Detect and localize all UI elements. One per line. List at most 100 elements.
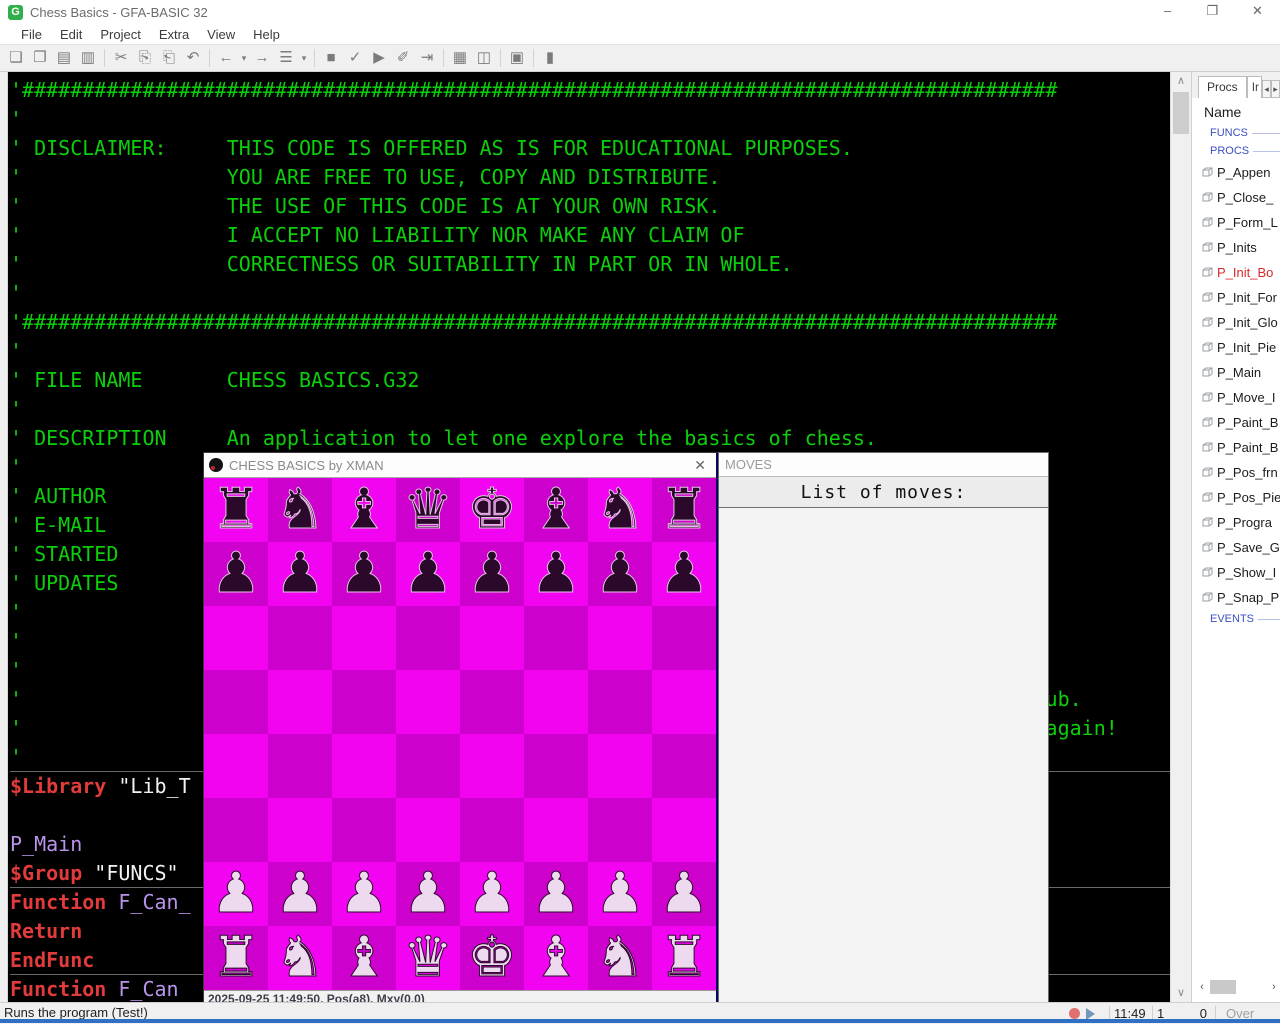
board-square[interactable]: ♜ (204, 477, 268, 542)
editor-vscrollbar[interactable]: ∧ ∨ (1170, 72, 1191, 1003)
board-square[interactable] (588, 734, 652, 798)
board-square[interactable] (332, 734, 396, 798)
board-square[interactable]: ♛ (396, 925, 460, 990)
bookmark-button[interactable]: ▮ (538, 47, 562, 69)
proc-list-dropdown-button[interactable]: ▾ (298, 47, 310, 69)
board-square[interactable]: ♟ (588, 861, 652, 926)
save-file-button[interactable]: ▤ (52, 47, 76, 69)
sidebar-hscrollbar[interactable]: ‹ › (1196, 975, 1280, 1001)
maximize-button[interactable]: ❐ (1190, 0, 1235, 24)
menu-project[interactable]: Project (91, 27, 149, 42)
board-square[interactable]: ♟ (652, 541, 716, 606)
group-procs[interactable]: PROCS (1192, 142, 1280, 160)
proc-item[interactable]: P_Save_G (1192, 535, 1280, 560)
board-square[interactable]: ♟ (268, 861, 332, 926)
board-square[interactable] (204, 606, 268, 670)
board-square[interactable]: ♚ (460, 477, 524, 542)
board-square[interactable] (652, 606, 716, 670)
board-square[interactable] (460, 670, 524, 734)
board-square[interactable] (524, 606, 588, 670)
board-square[interactable]: ♟ (652, 861, 716, 926)
board-square[interactable] (204, 798, 268, 862)
navigate-back-button[interactable]: ← (214, 47, 238, 69)
undo-button[interactable]: ↶ (181, 47, 205, 69)
proc-item[interactable]: P_Init_Glo (1192, 310, 1280, 335)
board-square[interactable]: ♟ (268, 541, 332, 606)
chess-titlebar[interactable]: CHESS BASICS by XMAN ✕ (204, 453, 716, 478)
hscroll-left-icon[interactable]: ‹ (1196, 979, 1208, 995)
group-funcs[interactable]: FUNCS (1192, 124, 1280, 142)
scroll-down-icon[interactable]: ∨ (1171, 985, 1191, 1002)
proc-item[interactable]: P_Appen (1192, 160, 1280, 185)
proc-item[interactable]: P_Show_I (1192, 560, 1280, 585)
proc-item[interactable]: P_Paint_B (1192, 435, 1280, 460)
board-square[interactable] (332, 798, 396, 862)
hscroll-right-icon[interactable]: › (1268, 979, 1280, 995)
paste-button[interactable]: ⎗ (157, 47, 181, 69)
proc-item[interactable]: P_Pos_Pie (1192, 485, 1280, 510)
board-square[interactable]: ♟ (460, 861, 524, 926)
run-button[interactable]: ▶ (367, 47, 391, 69)
board-square[interactable]: ♞ (268, 477, 332, 542)
menu-file[interactable]: File (12, 27, 51, 42)
board-square[interactable] (588, 798, 652, 862)
hscrollbar-thumb[interactable] (1210, 980, 1236, 994)
board-square[interactable]: ♞ (588, 477, 652, 542)
board-square[interactable]: ♟ (204, 861, 268, 926)
board-square[interactable]: ♟ (204, 541, 268, 606)
board-square[interactable]: ♞ (588, 925, 652, 990)
board-square[interactable]: ♟ (396, 541, 460, 606)
board-square[interactable] (460, 734, 524, 798)
proc-item[interactable]: P_Progra (1192, 510, 1280, 535)
tab-scroll-right-icon[interactable]: ▸ (1271, 80, 1280, 98)
board-square[interactable] (460, 606, 524, 670)
board-square[interactable] (652, 798, 716, 862)
board-square[interactable]: ♜ (204, 925, 268, 990)
board-square[interactable] (332, 606, 396, 670)
board-square[interactable]: ♜ (652, 925, 716, 990)
board-square[interactable]: ♟ (524, 541, 588, 606)
board-square[interactable] (332, 670, 396, 734)
scroll-up-icon[interactable]: ∧ (1171, 73, 1191, 90)
board-square[interactable] (524, 670, 588, 734)
board-square[interactable]: ♜ (652, 477, 716, 542)
minimize-button[interactable]: – (1145, 0, 1190, 24)
navigate-forward-button[interactable]: → (250, 47, 274, 69)
menu-edit[interactable]: Edit (51, 27, 91, 42)
board-square[interactable]: ♝ (524, 477, 588, 542)
proc-item[interactable]: P_Paint_B (1192, 410, 1280, 435)
board-square[interactable] (396, 798, 460, 862)
cut-button[interactable]: ✂ (109, 47, 133, 69)
board-square[interactable]: ♝ (332, 925, 396, 990)
proc-item[interactable]: P_Inits (1192, 235, 1280, 260)
back-dropdown-button[interactable]: ▾ (238, 47, 250, 69)
menu-view[interactable]: View (198, 27, 244, 42)
save-all-button[interactable]: ▥ (76, 47, 100, 69)
board-square[interactable] (268, 606, 332, 670)
board-square[interactable] (204, 670, 268, 734)
board-square[interactable]: ♛ (396, 477, 460, 542)
board-square[interactable] (524, 734, 588, 798)
group-events[interactable]: EVENTS (1192, 610, 1280, 628)
moves-titlebar[interactable]: MOVES (719, 453, 1048, 477)
open-file-button[interactable]: ❐ (28, 47, 52, 69)
board-square[interactable] (396, 734, 460, 798)
board-square[interactable] (204, 734, 268, 798)
moves-list[interactable] (719, 508, 1048, 1007)
proc-item[interactable]: P_Snap_P (1192, 585, 1280, 610)
output-window-button[interactable]: ▦ (448, 47, 472, 69)
proc-item[interactable]: P_Init_For (1192, 285, 1280, 310)
board-square[interactable]: ♝ (524, 925, 588, 990)
board-square[interactable] (396, 670, 460, 734)
board-square[interactable] (588, 670, 652, 734)
proc-item[interactable]: P_Move_I (1192, 385, 1280, 410)
board-square[interactable] (588, 606, 652, 670)
board-square[interactable] (652, 734, 716, 798)
board-square[interactable]: ♞ (268, 925, 332, 990)
proc-item[interactable]: P_Init_Pie (1192, 335, 1280, 360)
board-square[interactable] (268, 734, 332, 798)
chess-close-icon[interactable]: ✕ (684, 457, 716, 474)
board-square[interactable] (460, 798, 524, 862)
board-square[interactable]: ♟ (460, 541, 524, 606)
tab-procs[interactable]: Procs (1198, 76, 1247, 98)
